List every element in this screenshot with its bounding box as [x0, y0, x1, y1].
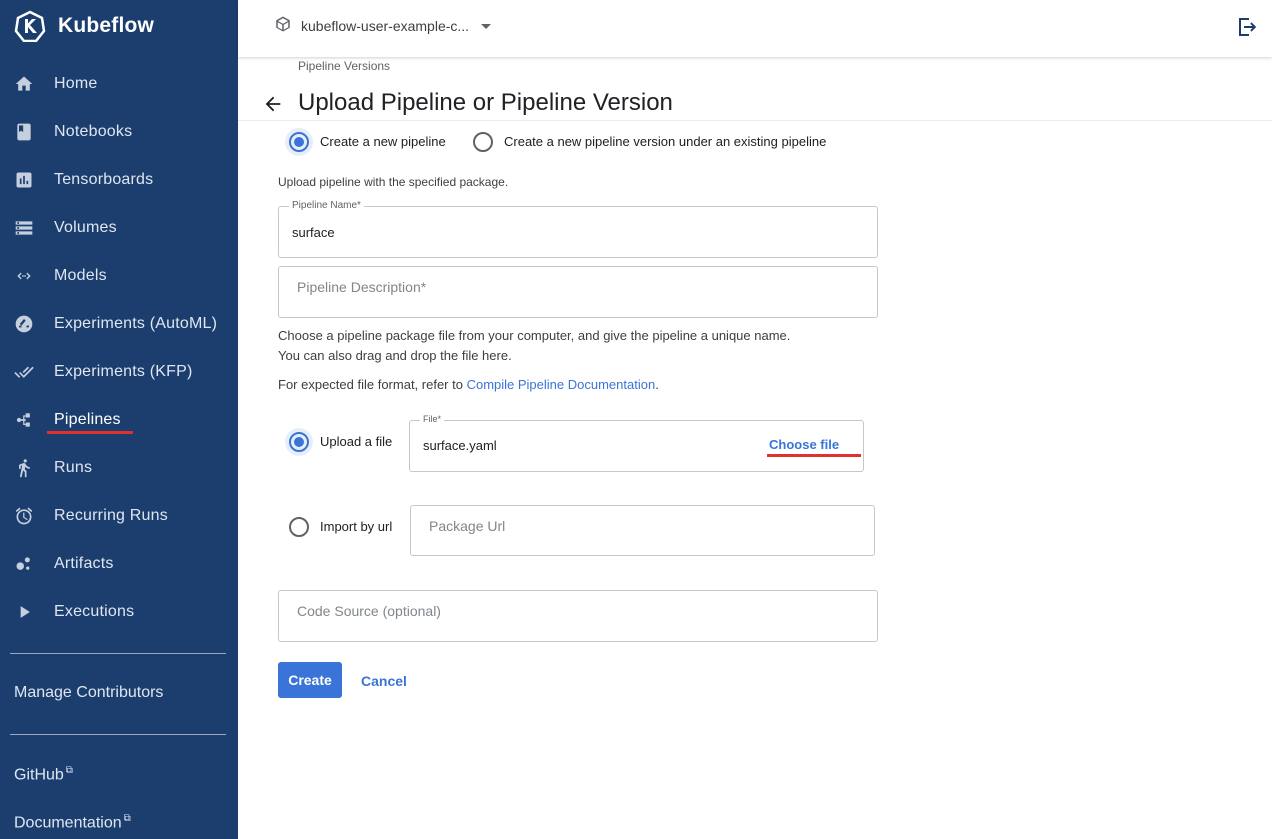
choose-file-button[interactable]: Choose file: [769, 437, 839, 452]
sidebar-divider: [10, 734, 226, 735]
code-arrows-icon: [14, 266, 34, 286]
external-link-icon: ⧉: [123, 813, 131, 824]
external-link-icon: ⧉: [65, 765, 73, 776]
sidebar-item-label: Pipelines: [54, 411, 121, 428]
radio-import-url[interactable]: [289, 517, 309, 537]
sidebar-item-artifacts[interactable]: Artifacts: [0, 540, 238, 588]
radio-create-new-version-label[interactable]: Create a new pipeline version under an e…: [504, 134, 826, 149]
breadcrumb[interactable]: Pipeline Versions: [298, 59, 390, 73]
brand-name: Kubeflow: [58, 14, 155, 37]
cancel-button[interactable]: Cancel: [361, 673, 407, 689]
sidebar-item-label: Experiments (AutoML): [54, 315, 218, 332]
chevron-down-icon: [481, 23, 492, 29]
arrow-back-icon: [265, 96, 281, 112]
radio-import-url-label[interactable]: Import by url: [320, 519, 392, 534]
logout-icon: [1239, 18, 1257, 36]
intro-text: Upload pipeline with the specified packa…: [278, 175, 509, 189]
sidebar-item-label: Notebooks: [54, 123, 133, 140]
code-source-placeholder: Code Source (optional): [297, 603, 441, 619]
github-link-label: GitHub: [14, 766, 64, 784]
sidebar-item-label: Runs: [54, 459, 93, 476]
sidebar-item-label: Executions: [54, 603, 135, 620]
bar-chart-icon: [14, 170, 34, 190]
sidebar-item-notebooks[interactable]: Notebooks: [0, 108, 238, 156]
header-divider: [238, 120, 1272, 121]
pipeline-name-label: Pipeline Name*: [289, 200, 364, 211]
create-button[interactable]: Create: [278, 662, 342, 698]
file-format-text: For expected file format, refer to Compi…: [278, 377, 659, 392]
documentation-link-label: Documentation: [14, 814, 122, 832]
top-bar: kubeflow-user-example-c...: [238, 0, 1272, 57]
choose-file-highlight: [767, 454, 861, 457]
package-url-field[interactable]: Package Url: [410, 505, 875, 556]
sidebar-item-label: Artifacts: [54, 555, 114, 572]
sidebar-item-recurring-runs[interactable]: Recurring Runs: [0, 492, 238, 540]
code-source-field[interactable]: Code Source (optional): [278, 590, 878, 642]
active-indicator: [47, 431, 133, 434]
package-url-placeholder: Package Url: [429, 518, 506, 534]
sidebar-item-label: Experiments (KFP): [54, 363, 193, 380]
radio-create-new-version[interactable]: [473, 132, 493, 152]
namespace-label: kubeflow-user-example-c...: [301, 18, 470, 34]
github-link[interactable]: GitHub ⧉: [14, 765, 73, 784]
radio-upload-file[interactable]: [289, 432, 309, 452]
cube-icon: [274, 15, 292, 38]
manage-contributors-link[interactable]: Manage Contributors: [14, 684, 163, 702]
sidebar-nav: Home Notebooks Tensorboards Volumes Mode…: [0, 60, 238, 636]
file-field-label: File*: [420, 414, 445, 424]
sidebar-item-volumes[interactable]: Volumes: [0, 204, 238, 252]
sidebar-item-tensorboards[interactable]: Tensorboards: [0, 156, 238, 204]
compile-pipeline-docs-link[interactable]: Compile Pipeline Documentation: [467, 377, 656, 392]
sidebar-item-label: Home: [54, 75, 98, 92]
bubbles-icon: [14, 554, 34, 574]
help-text-line1: Choose a pipeline package file from your…: [278, 328, 791, 343]
sidebar-item-runs[interactable]: Runs: [0, 444, 238, 492]
sidebar-item-label: Models: [54, 267, 107, 284]
documentation-link[interactable]: Documentation ⧉: [14, 813, 131, 832]
done-all-icon: [14, 362, 34, 382]
sidebar-divider: [10, 653, 226, 654]
sidebar-item-home[interactable]: Home: [0, 60, 238, 108]
speedometer-icon: [14, 314, 34, 334]
pipeline-name-value: surface: [292, 225, 335, 240]
help-text-line2: You can also drag and drop the file here…: [278, 348, 512, 363]
namespace-selector[interactable]: kubeflow-user-example-c...: [274, 15, 492, 38]
sidebar-item-models[interactable]: Models: [0, 252, 238, 300]
sidebar-item-label: Volumes: [54, 219, 117, 236]
logout-button[interactable]: [1236, 15, 1260, 39]
pipeline-description-placeholder: Pipeline Description*: [297, 279, 427, 295]
sidebar: Kubeflow Home Notebooks Tensorboards Vol…: [0, 0, 238, 839]
radio-create-new-pipeline[interactable]: [289, 132, 309, 152]
brand[interactable]: Kubeflow: [14, 9, 154, 43]
pipeline-icon: [14, 410, 34, 430]
page-title: Upload Pipeline or Pipeline Version: [298, 89, 673, 116]
sidebar-item-pipelines[interactable]: Pipelines: [0, 396, 238, 444]
sidebar-item-experiments-kfp[interactable]: Experiments (KFP): [0, 348, 238, 396]
book-icon: [14, 122, 34, 142]
storage-icon: [14, 218, 34, 238]
sidebar-item-experiments-automl[interactable]: Experiments (AutoML): [0, 300, 238, 348]
sidebar-item-executions[interactable]: Executions: [0, 588, 238, 636]
sidebar-item-label: Recurring Runs: [54, 507, 168, 524]
back-button[interactable]: [262, 93, 284, 115]
pipeline-description-field[interactable]: Pipeline Description*: [278, 266, 878, 318]
file-field-value: surface.yaml: [423, 438, 497, 453]
file-format-suffix: .: [655, 377, 659, 392]
file-format-prefix: For expected file format, refer to: [278, 377, 467, 392]
alarm-icon: [14, 506, 34, 526]
home-icon: [14, 74, 34, 94]
kubeflow-logo-icon: [14, 10, 46, 42]
run-icon: [14, 458, 34, 478]
pipeline-name-field[interactable]: Pipeline Name* surface: [278, 200, 878, 258]
radio-create-new-pipeline-label[interactable]: Create a new pipeline: [320, 134, 446, 149]
sidebar-item-label: Tensorboards: [54, 171, 154, 188]
play-icon: [14, 602, 34, 622]
radio-upload-file-label[interactable]: Upload a file: [320, 434, 392, 449]
